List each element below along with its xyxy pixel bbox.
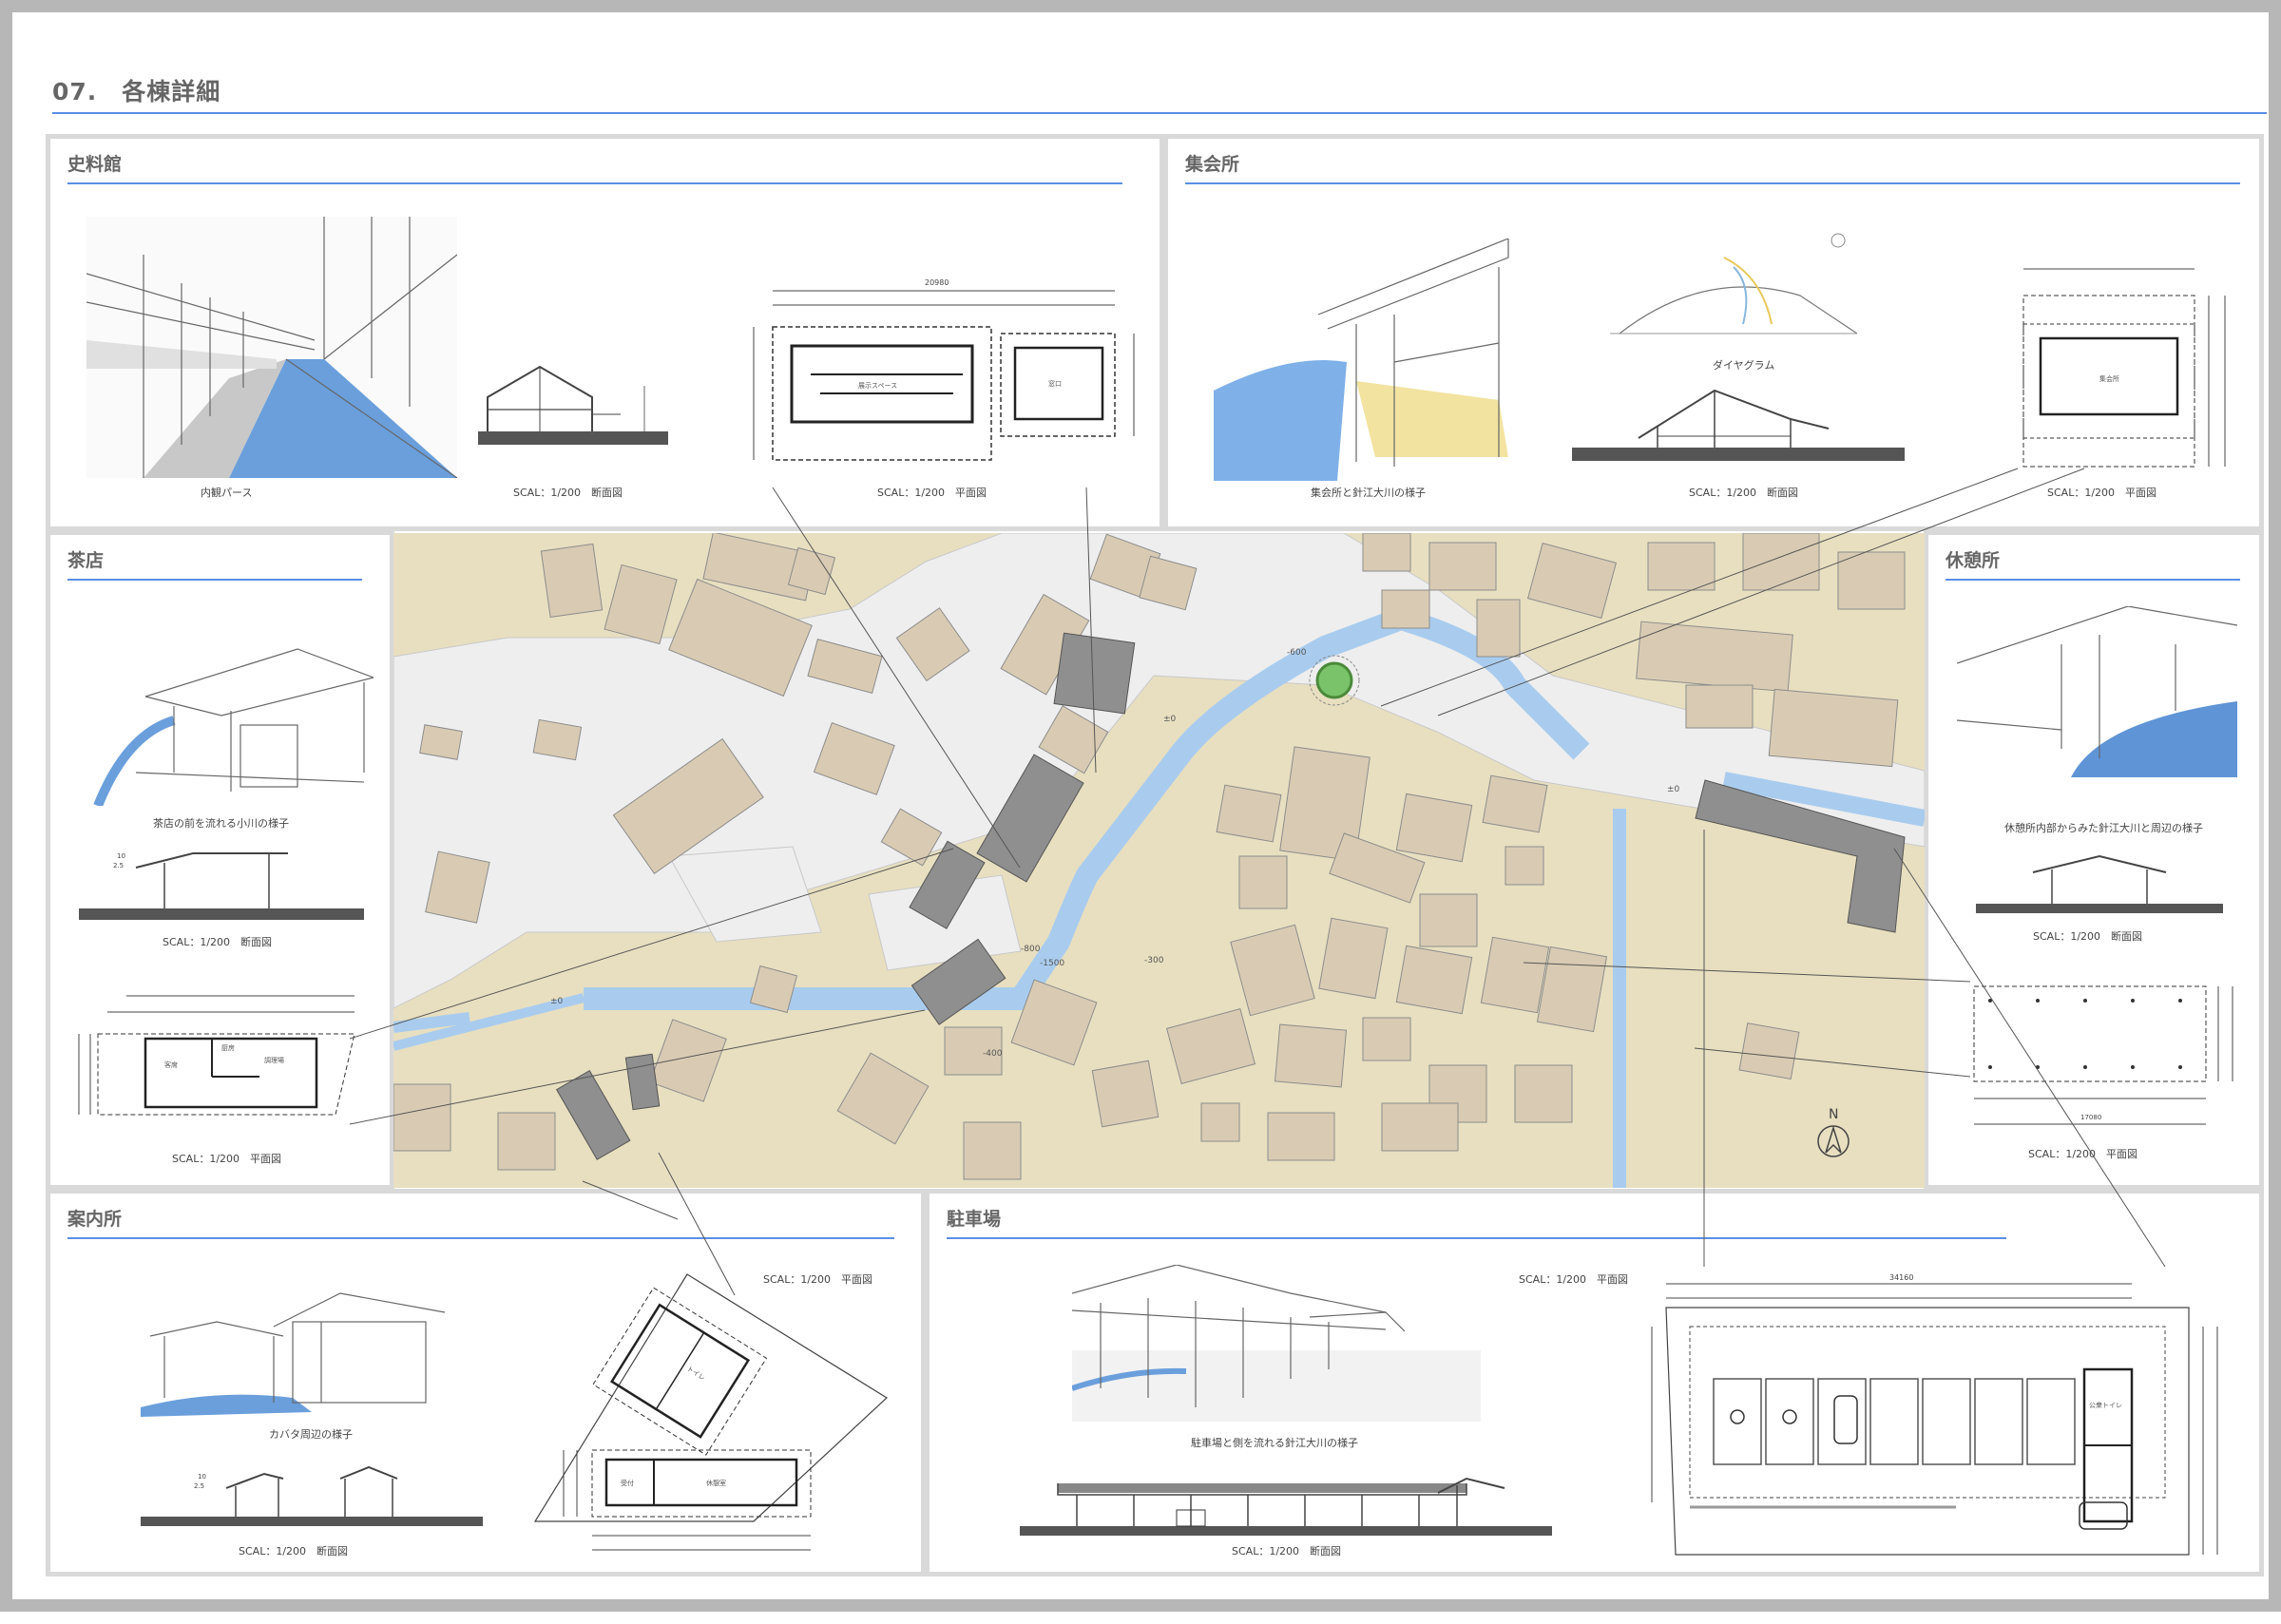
- svg-text:トイレ: トイレ: [685, 1365, 706, 1382]
- panel-shiryokan: 史料館 内観パース SCAL：1/200 断面図 20980 展示スペース 窓口…: [46, 134, 1164, 531]
- diagram-sketch: [1610, 229, 1857, 343]
- section-drawing: 10 2.5: [141, 1460, 483, 1536]
- section-drawing: [1020, 1464, 1552, 1545]
- interior-perspective-sketch: [86, 217, 457, 478]
- panel-rule: [67, 579, 362, 581]
- caption-diagram: ダイヤグラム: [1713, 359, 1775, 372]
- caption-exterior: 駐車場と側を流れる針江大川の様子: [1191, 1437, 1358, 1449]
- svg-text:34160: 34160: [1889, 1274, 1913, 1282]
- caption-section: SCAL：1/200 断面図: [163, 936, 273, 948]
- panel-annaijo: 案内所 カバタ周辺の様子 10 2.5 SCAL：1/200 断面図 トイレ 受…: [46, 1189, 926, 1576]
- room-label: 展示スペース: [858, 382, 897, 390]
- exterior-sketch: [1072, 1265, 1481, 1422]
- svg-text:-600: -600: [1287, 648, 1307, 658]
- svg-text:±0: ±0: [550, 997, 564, 1006]
- plan-drawing: 34160 公衆トイレ: [1633, 1274, 2251, 1569]
- caption-plan: SCAL：1/200 平面図: [2047, 487, 2157, 499]
- panel-title: 史料館: [67, 154, 123, 175]
- caption-section: SCAL：1/200 断面図: [239, 1545, 349, 1557]
- panel-title: 茶店: [67, 550, 105, 571]
- section-drawing: [478, 357, 668, 462]
- panel-rule: [1185, 182, 2240, 184]
- room-label: 窓口: [1048, 379, 1062, 388]
- page-frame: 07. 各棟詳細 史料館 内観パース SCAL：1/200 断面図 20980 …: [0, 0, 2281, 1612]
- panel-title: 休憩所: [1946, 550, 2001, 571]
- caption-exterior: カバタ周辺の様子: [269, 1428, 353, 1441]
- exterior-sketch: [1214, 239, 1518, 481]
- panel-kyukeijo: 休憩所 休憩所内部からみた針江大川と周辺の様子 SCAL：1/200 断面図 1…: [1924, 530, 2264, 1190]
- svg-text:17080: 17080: [2080, 1114, 2101, 1121]
- interior-sketch: [1957, 606, 2237, 777]
- svg-text:客席: 客席: [164, 1060, 178, 1069]
- caption-plan: SCAL：1/200 平面図: [172, 1153, 282, 1165]
- svg-text:厨房: 厨房: [221, 1043, 235, 1052]
- panel-shukaijo: 集会所 集会所と針江大川の様子 ダイヤグラム SCAL：1/200 断面図 集会…: [1163, 134, 2264, 531]
- room-label: 集会所: [2099, 374, 2119, 383]
- plan-drawing: 20980 展示スペース 窓口: [716, 272, 1162, 481]
- svg-text:受付: 受付: [621, 1479, 634, 1487]
- panel-title: 集会所: [1185, 154, 1240, 175]
- panel-rule: [1946, 579, 2240, 581]
- caption-section: SCAL：1/200 断面図: [2033, 930, 2143, 943]
- svg-text:-1500: -1500: [1040, 959, 1064, 968]
- svg-text:休憩室: 休憩室: [706, 1479, 726, 1487]
- plan-drawing: 客席 厨房 調理場: [69, 982, 374, 1134]
- car-icon: [2079, 1501, 2128, 1530]
- caption-plan: SCAL：1/200 平面図: [763, 1273, 873, 1286]
- caption-interior: 内観パース: [201, 487, 253, 499]
- caption-section: SCAL：1/200 断面図: [1689, 487, 1799, 499]
- section-drawing: [1572, 381, 1905, 471]
- panel-chaten: 茶店 茶店の前を流れる小川の様子 10 2.5 SCAL：1/200 断面図 客…: [46, 530, 394, 1190]
- caption-exterior: 茶店の前を流れる小川の様子: [153, 817, 289, 830]
- caption-plan: SCAL：1/200 平面図: [2028, 1148, 2138, 1160]
- site-map: ±0 ±0 ±0 -600 -800 -1500 -300 -400 N: [393, 533, 1925, 1188]
- panel-title: 駐車場: [947, 1209, 1002, 1230]
- svg-text:-800: -800: [1021, 945, 1041, 954]
- exterior-sketch: [79, 630, 374, 806]
- svg-text:±0: ±0: [1667, 785, 1680, 794]
- panel-chushajo: 駐車場 駐車場と側を流れる針江大川の様子 SCAL：1/200 断面図 SCAL…: [925, 1189, 2264, 1576]
- panel-rule: [67, 1237, 894, 1239]
- page-title: 07. 各棟詳細: [52, 78, 221, 105]
- dim-total: 20980: [925, 278, 949, 287]
- svg-text:公衆トイレ: 公衆トイレ: [2089, 1401, 2122, 1409]
- svg-text:2.5: 2.5: [113, 862, 124, 869]
- accessible-icon: [1730, 1409, 1797, 1424]
- plan-drawing: トイレ 受付 休憩室: [507, 1265, 906, 1578]
- panel-rule: [67, 182, 1122, 184]
- caption-plan: SCAL：1/200 平面図: [1519, 1273, 1629, 1286]
- panel-rule: [947, 1237, 2006, 1239]
- caption-section: SCAL：1/200 断面図: [513, 487, 623, 499]
- plan-drawing: 集会所: [2004, 258, 2242, 476]
- svg-text:10: 10: [198, 1473, 206, 1481]
- svg-text:調理場: 調理場: [264, 1056, 284, 1064]
- svg-text:-400: -400: [983, 1049, 1003, 1059]
- plan-drawing: 17080: [1966, 977, 2252, 1138]
- north-label: N: [1829, 1107, 1838, 1122]
- section-drawing: [1976, 849, 2223, 925]
- caption-section: SCAL：1/200 断面図: [1232, 1545, 1342, 1557]
- svg-text:±0: ±0: [1163, 715, 1177, 724]
- car-icon: [1833, 1395, 1858, 1444]
- caption-interior: 休憩所内部からみた針江大川と周辺の様子: [2004, 822, 2203, 834]
- caption-plan: SCAL：1/200 平面図: [877, 487, 987, 499]
- svg-text:-300: -300: [1144, 956, 1164, 965]
- caption-exterior: 集会所と針江大川の様子: [1311, 487, 1426, 499]
- panel-title: 案内所: [67, 1209, 123, 1230]
- section-drawing: 10 2.5: [79, 839, 364, 929]
- svg-text:2.5: 2.5: [194, 1482, 204, 1490]
- exterior-sketch: [141, 1284, 492, 1417]
- svg-text:10: 10: [117, 852, 125, 860]
- page-title-rule: [52, 112, 2267, 114]
